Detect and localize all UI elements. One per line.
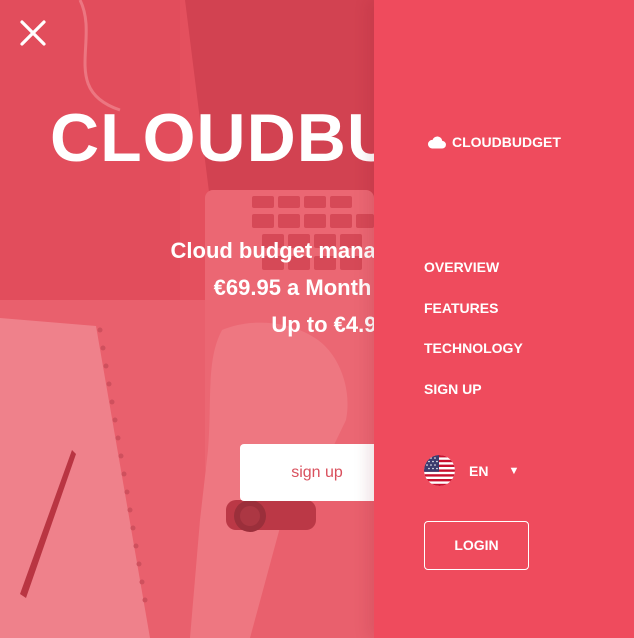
menu-item-signup: SIGN UP (424, 380, 523, 421)
hero-title: CLOUDBUDGET (50, 100, 374, 176)
hero-signup-button[interactable]: sign up (240, 444, 374, 501)
menu-item-overview: OVERVIEW (424, 258, 523, 299)
hero-subtitle-line: Cloud budget management for (170, 238, 375, 263)
hero-subtitle-line: Up to €4.99 (271, 312, 374, 337)
menu-link-technology[interactable]: TECHNOLOGY (424, 340, 523, 356)
hero-subtitle-line: €69.95 a Month After a (213, 275, 374, 300)
hero-subtitle: Cloud budget management for €69.95 a Mon… (0, 232, 375, 343)
side-menu: CLOUDBUDGET OVERVIEW FEATURES TECHNOLOGY… (374, 0, 634, 638)
cloud-icon (427, 136, 446, 149)
menu-item-technology: TECHNOLOGY (424, 339, 523, 380)
menu-link-features[interactable]: FEATURES (424, 300, 498, 316)
hero-section: CLOUDBUDGET Cloud budget management for … (0, 0, 374, 638)
menu-link-overview[interactable]: OVERVIEW (424, 259, 499, 275)
menu-link-signup[interactable]: SIGN UP (424, 381, 482, 397)
language-code: EN (469, 462, 489, 479)
close-icon (20, 20, 46, 46)
us-flag-icon (424, 455, 455, 486)
menu-brand[interactable]: CLOUDBUDGET (427, 134, 561, 150)
close-menu-button[interactable] (16, 16, 50, 50)
language-selector[interactable]: EN ▼ (424, 455, 519, 486)
caret-down-icon: ▼ (508, 464, 520, 477)
login-button[interactable]: LOGIN (424, 521, 529, 570)
menu-brand-label: CLOUDBUDGET (452, 134, 561, 150)
menu-nav: OVERVIEW FEATURES TECHNOLOGY SIGN UP (424, 258, 523, 420)
menu-item-features: FEATURES (424, 299, 523, 340)
app-window: CLOUDBUDGET Cloud budget management for … (0, 0, 634, 638)
